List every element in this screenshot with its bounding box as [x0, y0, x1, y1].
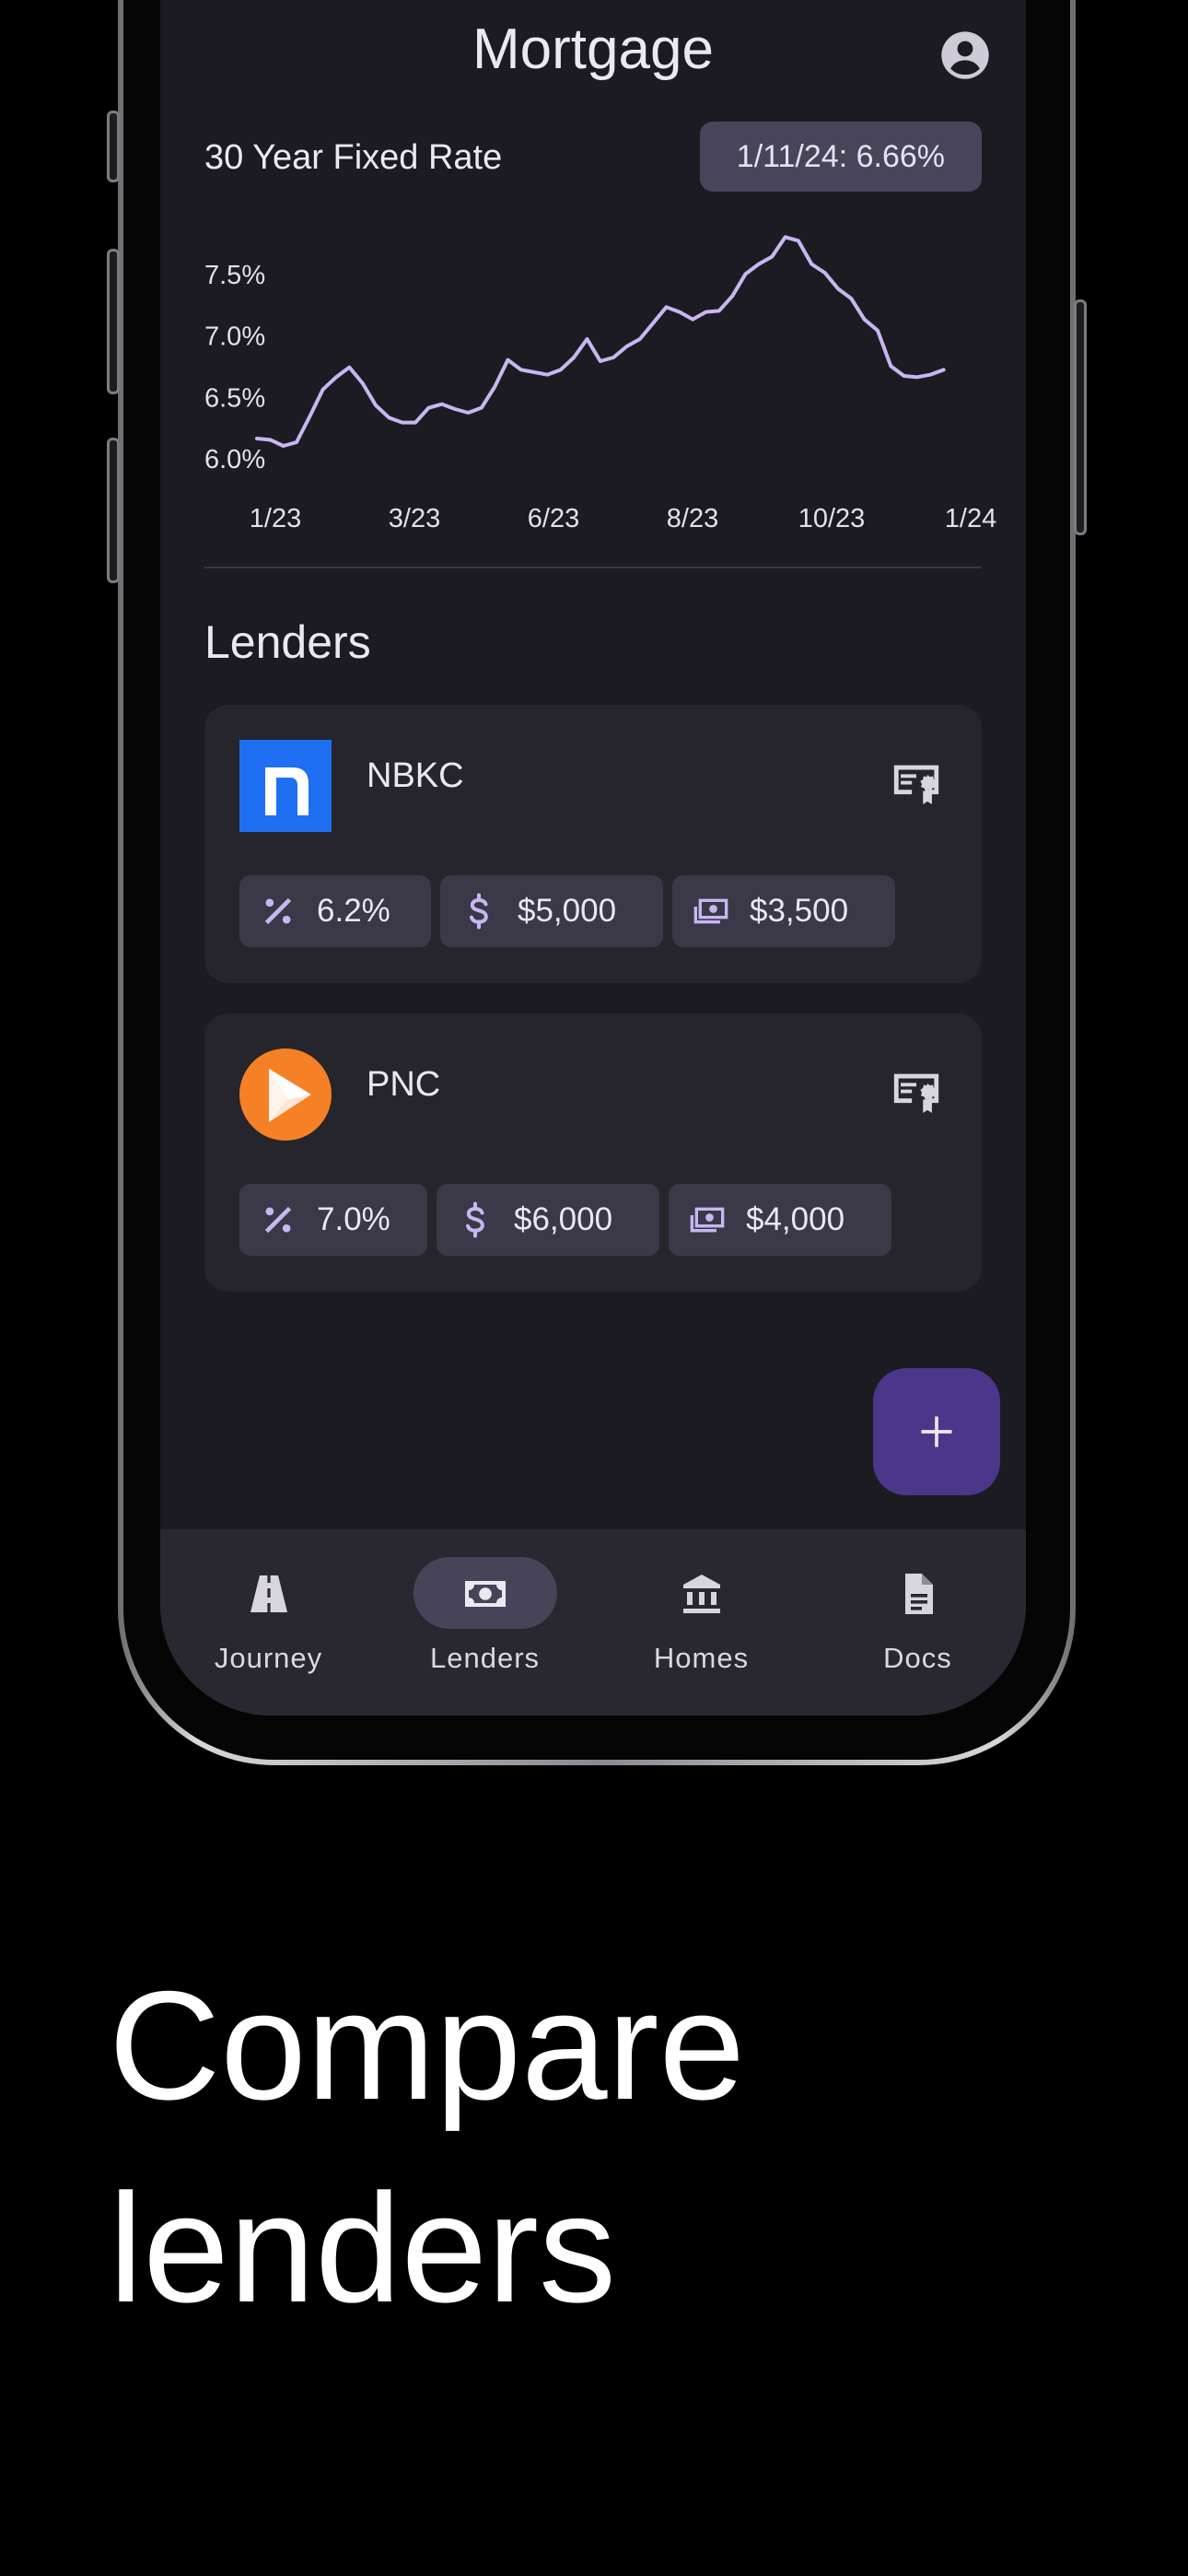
x-tick-label: 1/24 — [945, 504, 996, 533]
nav-label: Journey — [214, 1642, 323, 1674]
dollar-icon — [470, 893, 488, 930]
bank-icon — [682, 1575, 720, 1613]
y-tick-label: 6.5% — [204, 383, 265, 413]
y-tick-label: 7.5% — [204, 261, 265, 290]
y-tick-label: 7.0% — [204, 322, 265, 352]
volume-up-button — [107, 249, 120, 394]
headline-line-1: Compare — [109, 1959, 745, 2132]
headline-line-2: lenders — [109, 2161, 617, 2335]
nav-journey[interactable]: Journey — [160, 1529, 377, 1715]
cash-value: $4,000 — [746, 1201, 845, 1237]
nav-label: Homes — [653, 1642, 750, 1674]
nav-label: Lenders — [429, 1642, 541, 1674]
nav-lenders[interactable]: Lenders — [377, 1529, 593, 1715]
rate-chart: 6.0% 6.5% 7.0% 7.5% 1/23 3/23 6/23 8/23 10/23 1/2… — [204, 235, 996, 533]
x-tick-label: 1/23 — [250, 504, 301, 533]
add-lender-button[interactable] — [873, 1368, 1000, 1495]
rate-label: 30 Year Fixed Rate — [204, 138, 503, 177]
money-icon — [464, 1581, 506, 1607]
lender-name: NBKC — [367, 756, 464, 795]
rate-value: 6.2% — [317, 893, 390, 929]
rate-value: 7.0% — [317, 1201, 390, 1237]
marketing-headline: Compare lenders — [109, 1944, 745, 2349]
divider — [204, 567, 982, 568]
current-rate-chip[interactable]: 1/11/24: 6.66% — [699, 122, 982, 192]
cash-value: $3,500 — [750, 893, 849, 929]
plus-icon — [921, 1416, 952, 1447]
power-button — [1074, 299, 1087, 535]
pnc-logo — [239, 1048, 332, 1141]
bottom-navigation: Journey Lenders Homes Docs — [160, 1529, 1026, 1715]
profile-icon[interactable] — [939, 29, 991, 81]
certificate-icon[interactable] — [890, 1065, 943, 1118]
percent-icon — [264, 897, 292, 925]
lender-card-pnc[interactable]: PNC 7.0% $6,000 $4,000 — [204, 1013, 982, 1292]
money-icon — [690, 1207, 725, 1233]
cash-chip: $3,500 — [672, 875, 895, 947]
fees-value: $6,000 — [514, 1201, 613, 1237]
x-tick-label: 8/23 — [667, 504, 718, 533]
rate-chip: 7.0% — [239, 1184, 427, 1256]
nbkc-logo — [239, 740, 332, 832]
nav-homes[interactable]: Homes — [593, 1529, 809, 1715]
x-tick-label: 10/23 — [798, 504, 866, 533]
money-icon — [693, 898, 728, 924]
cash-chip: $4,000 — [669, 1184, 891, 1256]
rate-series-line — [255, 235, 946, 448]
lender-name: PNC — [367, 1065, 441, 1104]
dollar-icon — [466, 1201, 484, 1238]
nav-docs[interactable]: Docs — [809, 1529, 1026, 1715]
rate-chip: 6.2% — [239, 875, 431, 947]
mute-switch — [107, 111, 120, 182]
app-title: Mortgage — [472, 18, 714, 81]
lenders-title: Lenders — [204, 616, 371, 668]
x-tick-label: 6/23 — [528, 504, 579, 533]
fees-value: $5,000 — [518, 893, 617, 929]
volume-down-button — [107, 438, 120, 583]
nav-label: Docs — [883, 1642, 952, 1674]
fees-chip: $5,000 — [440, 875, 663, 947]
road-icon — [250, 1575, 287, 1612]
fees-chip: $6,000 — [437, 1184, 659, 1256]
x-tick-label: 3/23 — [389, 504, 440, 533]
document-icon — [904, 1574, 933, 1614]
percent-icon — [264, 1206, 292, 1234]
y-tick-label: 6.0% — [204, 445, 265, 474]
app-screen: Mortgage 30 Year Fixed Rate 1/11/24: 6.6… — [160, 0, 1026, 1715]
lender-card-nbkc[interactable]: NBKC 6.2% $5,000 $3,500 — [204, 705, 982, 983]
certificate-icon[interactable] — [890, 756, 943, 810]
